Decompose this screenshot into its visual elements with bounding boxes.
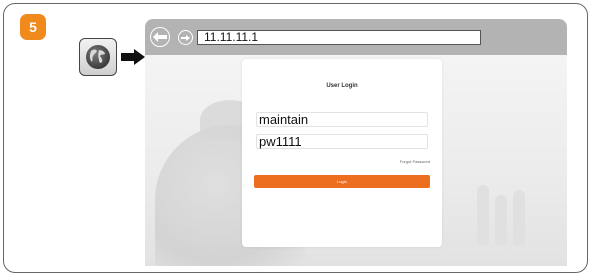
login-button[interactable]: Login bbox=[254, 175, 430, 188]
forgot-password-link[interactable]: Forgot Password bbox=[400, 159, 430, 164]
login-title: User Login bbox=[326, 83, 358, 89]
background-person-figure bbox=[495, 195, 507, 245]
address-bar-input[interactable]: 11.11.11.1 bbox=[197, 30, 481, 45]
password-field[interactable]: pw1111 bbox=[256, 134, 428, 149]
globe-icon[interactable] bbox=[79, 38, 117, 76]
forward-circle-icon[interactable] bbox=[178, 30, 193, 45]
step-badge: 5 bbox=[20, 14, 46, 40]
login-card: User Login maintain pw1111 Forgot Passwo… bbox=[242, 59, 442, 247]
background-person-figure bbox=[513, 190, 525, 245]
arrow-right-icon bbox=[121, 49, 145, 65]
back-arrow-icon[interactable] bbox=[150, 27, 170, 47]
username-field[interactable]: maintain bbox=[256, 112, 428, 127]
background-person-figure bbox=[477, 185, 489, 245]
